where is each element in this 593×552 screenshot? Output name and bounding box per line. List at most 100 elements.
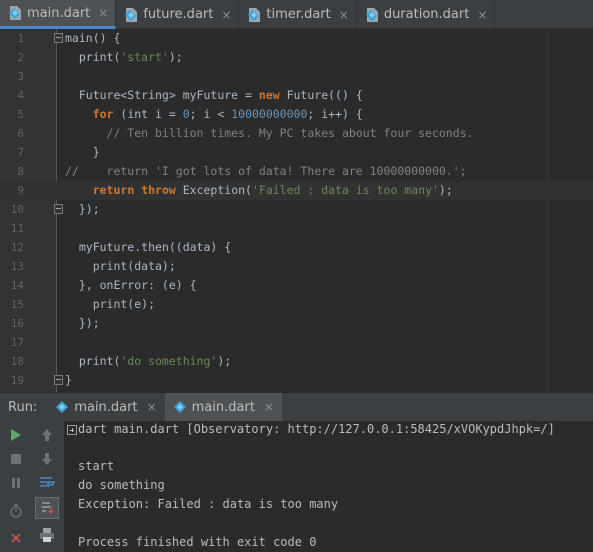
close-icon[interactable]: × — [98, 6, 108, 20]
tab-timer-dart[interactable]: timer.dart × — [239, 0, 357, 29]
code-text: }); — [65, 202, 100, 216]
tab-label: main.dart — [27, 5, 91, 21]
code-line[interactable]: 5 for (int i = 0; i < 10000000000; i++) … — [0, 105, 593, 124]
code-line[interactable]: 13 print(data); — [0, 257, 593, 276]
run-panel-header: Run: main.dart × main.dart × — [0, 392, 593, 422]
console-output-line: Exception: Failed : data is too many — [78, 497, 339, 511]
console-exit-line: Process finished with exit code 0 — [78, 535, 317, 549]
code-line[interactable]: 16 }); — [0, 314, 593, 333]
console-output[interactable]: dart main.dart [Observatory: http://127.… — [64, 421, 593, 552]
line-number: 2 — [17, 51, 24, 64]
dart-file-icon — [8, 5, 22, 21]
code-line[interactable]: 7 } — [0, 143, 593, 162]
line-number: 8 — [17, 165, 24, 178]
console-command-line: dart main.dart [Observatory: http://127.… — [78, 422, 555, 436]
close-icon[interactable]: × — [264, 400, 274, 414]
tab-label: timer.dart — [266, 7, 331, 22]
line-number: 14 — [10, 279, 24, 292]
code-text: main() { — [65, 31, 121, 45]
code-line[interactable]: 14 }, onError: (e) { — [0, 276, 593, 295]
dart-file-icon — [124, 7, 138, 23]
console-output-line: start — [78, 459, 115, 473]
line-number: 12 — [10, 241, 24, 254]
close-icon[interactable]: × — [147, 400, 157, 414]
up-arrow-icon[interactable] — [35, 424, 59, 446]
code-text: }); — [65, 316, 100, 330]
code-line[interactable]: 12 myFuture.then((data) { — [0, 238, 593, 257]
code-line[interactable]: 18 print('do something'); — [0, 352, 593, 371]
fold-marker-icon[interactable] — [54, 204, 63, 214]
print-icon[interactable] — [35, 524, 59, 546]
code-text: return throw Exception('Failed : data is… — [92, 183, 453, 197]
scroll-to-end-icon[interactable] — [35, 497, 59, 519]
code-line[interactable]: 9 return throw Exception('Failed : data … — [0, 181, 593, 200]
run-panel: dart main.dart [Observatory: http://127.… — [0, 421, 593, 552]
close-icon[interactable]: × — [339, 8, 349, 22]
code-line[interactable]: 10 }); — [0, 200, 593, 219]
code-line[interactable]: 15 print(e); — [0, 295, 593, 314]
code-text: print(data); — [65, 259, 176, 273]
code-text: // Ten billion times. My PC takes about … — [65, 126, 474, 140]
code-text: for (int i = 0; i < 10000000000; i++) { — [92, 107, 363, 121]
run-tab-label: main.dart — [74, 399, 138, 415]
close-icon[interactable]: × — [477, 8, 487, 22]
run-label: Run: — [8, 399, 38, 415]
line-number: 16 — [10, 317, 24, 330]
tab-duration-dart[interactable]: duration.dart × — [357, 0, 496, 29]
dart-file-icon — [247, 7, 261, 23]
down-arrow-icon[interactable] — [35, 448, 59, 470]
dart-run-icon — [56, 401, 69, 413]
code-line[interactable]: 6 // Ten billion times. My PC takes abou… — [0, 124, 593, 143]
line-number: 3 — [17, 70, 24, 83]
console-output-line: do something — [78, 478, 165, 492]
pause-icon[interactable] — [4, 472, 28, 494]
line-number: 15 — [10, 298, 24, 311]
line-number: 13 — [10, 260, 24, 273]
code-text: print(e); — [65, 297, 156, 311]
expand-icon[interactable] — [67, 425, 77, 435]
code-line[interactable]: 3 — [0, 67, 593, 86]
code-text: print('do something'); — [65, 354, 232, 368]
code-line[interactable]: 11 — [0, 219, 593, 238]
line-number: 6 — [17, 127, 24, 140]
tab-label: duration.dart — [383, 7, 470, 22]
line-number: 1 — [17, 32, 24, 45]
code-text: Future<String> myFuture = new Future(() … — [65, 88, 363, 102]
code-editor[interactable]: 1 main() { 2 print('start'); 3 4 Future<Stri… — [0, 29, 593, 392]
tab-label: future.dart — [143, 7, 214, 22]
line-number: 10 — [10, 203, 24, 216]
dart-run-icon — [173, 401, 186, 413]
line-number: 9 — [17, 184, 24, 197]
code-line[interactable]: 4 Future<String> myFuture = new Future((… — [0, 86, 593, 105]
line-number: 17 — [10, 336, 24, 349]
run-tab-main-dart-2[interactable]: main.dart × — [164, 392, 282, 422]
close-run-icon[interactable] — [4, 527, 28, 549]
run-tab-main-dart-1[interactable]: main.dart × — [47, 393, 164, 422]
tab-future-dart[interactable]: future.dart × — [116, 0, 240, 29]
code-line[interactable]: 2 print('start'); — [0, 48, 593, 67]
line-number: 7 — [17, 146, 24, 159]
stop-icon[interactable] — [4, 448, 28, 470]
rerun-icon[interactable] — [4, 424, 28, 446]
tab-main-dart[interactable]: main.dart × — [0, 0, 117, 29]
code-line[interactable]: 8 // return 'I got lots of data! There ar… — [0, 162, 593, 181]
code-line[interactable]: 1 main() { — [0, 29, 593, 48]
line-number: 18 — [10, 355, 24, 368]
line-number: 19 — [10, 374, 24, 387]
line-number: 4 — [17, 89, 24, 102]
run-tab-label: main.dart — [191, 399, 255, 415]
soft-wrap-icon[interactable] — [35, 472, 59, 494]
fold-marker-icon[interactable] — [54, 375, 63, 385]
dart-file-icon — [365, 7, 379, 23]
code-text: }, onError: (e) { — [65, 278, 197, 292]
code-text: print('start'); — [65, 50, 183, 64]
line-number: 11 — [10, 222, 24, 235]
close-icon[interactable]: × — [221, 8, 231, 22]
timer-icon[interactable] — [4, 500, 28, 522]
code-line[interactable]: 17 — [0, 333, 593, 352]
code-text: myFuture.then((data) { — [65, 240, 232, 254]
code-text: } — [65, 145, 100, 159]
fold-marker-icon[interactable] — [54, 33, 63, 43]
run-toolbar — [0, 421, 64, 552]
code-line[interactable]: 19} — [0, 371, 593, 390]
